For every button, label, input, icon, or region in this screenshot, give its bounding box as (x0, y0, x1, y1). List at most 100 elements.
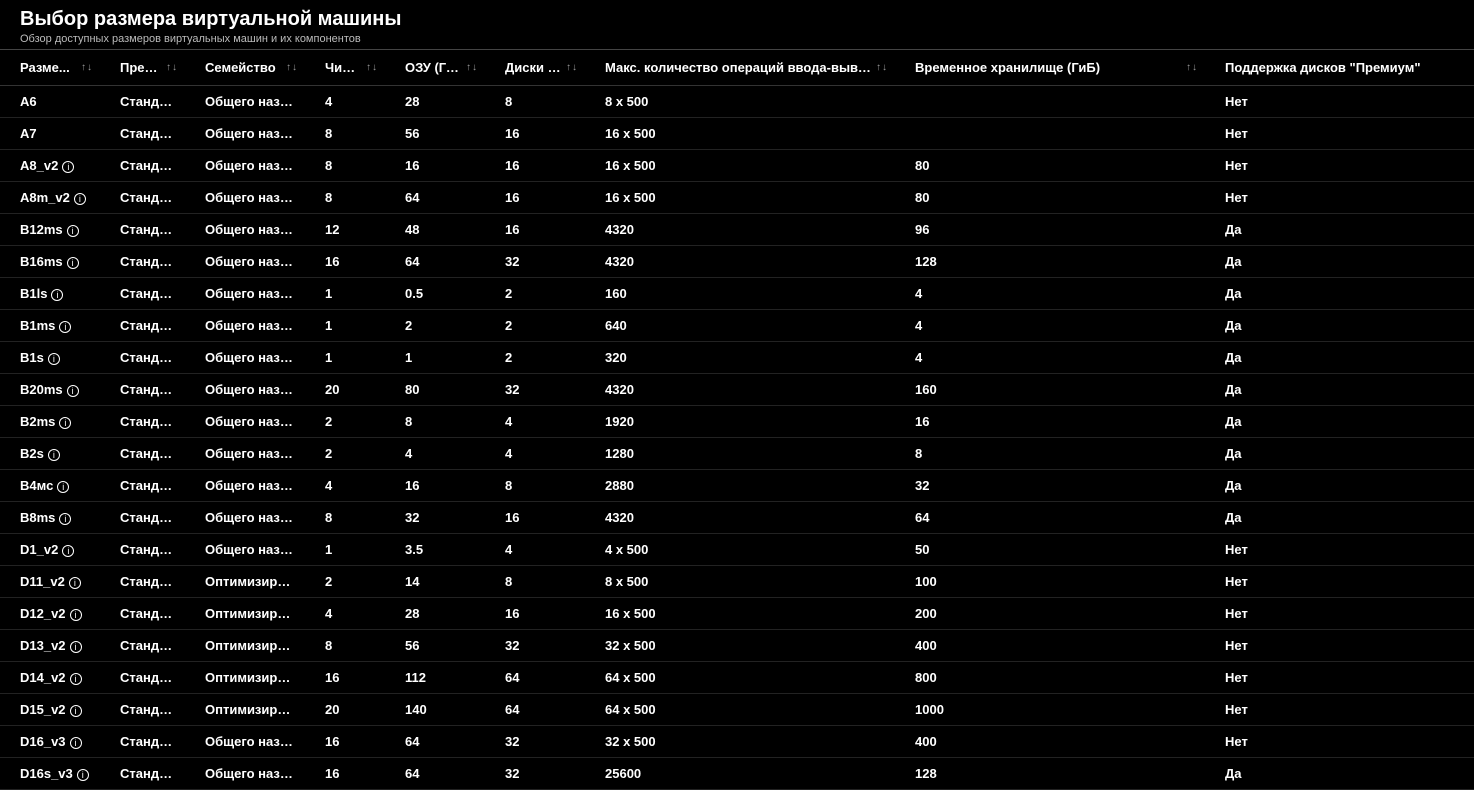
table-row[interactable]: A8m_v2iСтандар...Общего назначе...864161… (0, 182, 1474, 214)
info-icon[interactable]: i (74, 193, 86, 205)
info-icon[interactable]: i (67, 385, 79, 397)
sort-icon[interactable]: ↑↓ (286, 64, 297, 72)
cell-family: Общего назначе... (185, 86, 305, 118)
cell-offer: Стандар... (100, 470, 185, 502)
cell-disks: 64 (485, 662, 585, 694)
table-row[interactable]: B2siСтандар...Общего назначе...24412808Д… (0, 438, 1474, 470)
cell-family: Оптимизирован... (185, 598, 305, 630)
sort-icon[interactable]: ↑↓ (876, 64, 887, 72)
sort-icon[interactable]: ↑↓ (81, 64, 92, 72)
table-row[interactable]: B8msiСтандар...Общего назначе...83216432… (0, 502, 1474, 534)
cell-iops: 640 (585, 310, 895, 342)
cell-iops: 4 x 500 (585, 534, 895, 566)
table-row[interactable]: B1siСтандар...Общего назначе...1123204Да (0, 342, 1474, 374)
cell-temp: 400 (895, 630, 1205, 662)
cell-family: Общего назначе... (185, 374, 305, 406)
info-icon[interactable]: i (62, 545, 74, 557)
column-header[interactable]: Диски д...↑↓ (485, 50, 585, 86)
cell-premium: Нет (1205, 662, 1474, 694)
info-icon[interactable]: i (62, 161, 74, 173)
cell-vcpu: 8 (305, 630, 385, 662)
info-icon[interactable]: i (59, 513, 71, 525)
cell-premium: Да (1205, 342, 1474, 374)
info-icon[interactable]: i (59, 321, 71, 333)
info-icon[interactable]: i (67, 225, 79, 237)
table-row[interactable]: A7Стандар...Общего назначе...8561616 x 5… (0, 118, 1474, 150)
table-row[interactable]: D11_v2iСтандар...Оптимизирован...21488 x… (0, 566, 1474, 598)
cell-size: A6 (0, 86, 100, 118)
info-icon[interactable]: i (77, 769, 89, 781)
sort-icon[interactable]: ↑↓ (566, 64, 577, 72)
cell-size: D15_v2i (0, 694, 100, 726)
cell-iops: 1280 (585, 438, 895, 470)
table-row[interactable]: D14_v2iСтандар...Оптимизирован...1611264… (0, 662, 1474, 694)
table-row[interactable]: D16_v3iСтандар...Общего назначе...166432… (0, 726, 1474, 758)
table-row[interactable]: D16s_v3iСтандар...Общего назначе...16643… (0, 758, 1474, 790)
table-row[interactable]: D15_v2iСтандар...Оптимизирован...2014064… (0, 694, 1474, 726)
table-row[interactable]: B12msiСтандар...Общего назначе...1248164… (0, 214, 1474, 246)
cell-ram: 28 (385, 86, 485, 118)
cell-ram: 16 (385, 150, 485, 182)
table-row[interactable]: B2msiСтандар...Общего назначе...28419201… (0, 406, 1474, 438)
table-row[interactable]: D1_v2iСтандар...Общего назначе...13.544 … (0, 534, 1474, 566)
info-icon[interactable]: i (70, 705, 82, 717)
cell-family: Общего назначе... (185, 118, 305, 150)
cell-size: D12_v2i (0, 598, 100, 630)
cell-disks: 64 (485, 694, 585, 726)
column-header[interactable]: Семейство↑↓ (185, 50, 305, 86)
table-row[interactable]: A8_v2iСтандар...Общего назначе...8161616… (0, 150, 1474, 182)
cell-size: B20msi (0, 374, 100, 406)
cell-ram: 112 (385, 662, 485, 694)
sort-icon[interactable]: ↑↓ (1186, 64, 1197, 72)
info-icon[interactable]: i (70, 673, 82, 685)
column-header[interactable]: Временное хранилище (ГиБ) ↑↓ (895, 50, 1205, 86)
cell-offer: Стандар... (100, 662, 185, 694)
sort-icon[interactable]: ↑↓ (466, 64, 477, 72)
column-label: Макс. количество операций ввода-вывод... (605, 60, 872, 75)
cell-ram: 80 (385, 374, 485, 406)
info-icon[interactable]: i (48, 353, 60, 365)
cell-iops: 4320 (585, 374, 895, 406)
cell-size: B4мсi (0, 470, 100, 502)
info-icon[interactable]: i (70, 737, 82, 749)
column-header[interactable]: Разме...↑↓ (0, 50, 100, 86)
column-header[interactable]: Числ...↑↓ (305, 50, 385, 86)
info-icon[interactable]: i (57, 481, 69, 493)
sort-icon[interactable]: ↑↓ (166, 64, 177, 72)
cell-temp: 16 (895, 406, 1205, 438)
table-row[interactable]: A6Стандар...Общего назначе...42888 x 500… (0, 86, 1474, 118)
cell-temp: 128 (895, 758, 1205, 790)
table-row[interactable]: B16msiСтандар...Общего назначе...1664324… (0, 246, 1474, 278)
cell-ram: 56 (385, 630, 485, 662)
info-icon[interactable]: i (51, 289, 63, 301)
table-row[interactable]: D12_v2iСтандар...Оптимизирован...4281616… (0, 598, 1474, 630)
info-icon[interactable]: i (70, 609, 82, 621)
column-header[interactable]: ОЗУ (Ги...↑↓ (385, 50, 485, 86)
cell-ram: 64 (385, 726, 485, 758)
table-row[interactable]: B20msiСтандар...Общего назначе...2080324… (0, 374, 1474, 406)
cell-premium: Да (1205, 502, 1474, 534)
info-icon[interactable]: i (70, 641, 82, 653)
cell-temp (895, 86, 1205, 118)
column-header[interactable]: Макс. количество операций ввода-вывод...… (585, 50, 895, 86)
info-icon[interactable]: i (69, 577, 81, 589)
page-title: Выбор размера виртуальной машины (20, 8, 1454, 31)
column-header[interactable]: Предл...↑↓ (100, 50, 185, 86)
cell-offer: Стандар... (100, 214, 185, 246)
cell-offer: Стандар... (100, 502, 185, 534)
column-label: Временное хранилище (ГиБ) (915, 60, 1182, 75)
table-row[interactable]: B1msiСтандар...Общего назначе...1226404Д… (0, 310, 1474, 342)
info-icon[interactable]: i (67, 257, 79, 269)
table-row[interactable]: D13_v2iСтандар...Оптимизирован...8563232… (0, 630, 1474, 662)
cell-vcpu: 1 (305, 534, 385, 566)
cell-vcpu: 4 (305, 86, 385, 118)
cell-vcpu: 1 (305, 278, 385, 310)
info-icon[interactable]: i (48, 449, 60, 461)
sort-icon[interactable]: ↑↓ (366, 64, 377, 72)
info-icon[interactable]: i (59, 417, 71, 429)
cell-temp: 4 (895, 278, 1205, 310)
table-row[interactable]: B4мсiСтандар...Общего назначе...41682880… (0, 470, 1474, 502)
cell-family: Общего назначе... (185, 150, 305, 182)
cell-premium: Нет (1205, 534, 1474, 566)
table-row[interactable]: B1lsiСтандар...Общего назначе...10.52160… (0, 278, 1474, 310)
